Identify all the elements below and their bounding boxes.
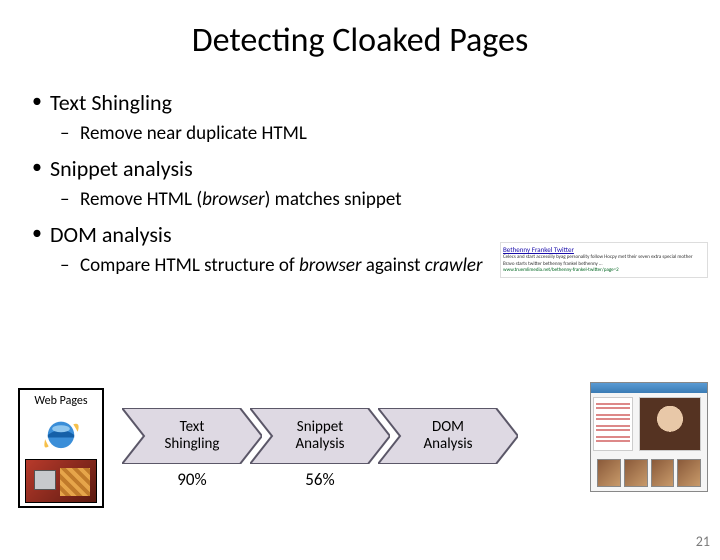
text-fragment: Remove HTML ( xyxy=(80,188,202,211)
italic-browser: browser xyxy=(202,188,265,211)
pipeline-chevrons: Text Shingling 90% Snippet Analysis 56% … xyxy=(122,408,506,464)
text-fragment: against xyxy=(361,254,424,277)
snippet-url: www.truemlimedia.net/bethenny-frankel-tw… xyxy=(503,267,705,274)
snippet-body: Celecs and start accessiily byag persona… xyxy=(503,254,705,267)
webpages-label: Web Pages xyxy=(23,394,99,408)
chevron-label: Text xyxy=(165,419,220,436)
slide-title: Detecting Cloaked Pages xyxy=(0,20,720,61)
text-fragment: ) matches snippet xyxy=(265,188,402,211)
subbullet-remove-browser-snippet: Remove HTML (browser) matches snippet xyxy=(28,188,700,211)
chevron-snippet-analysis: Snippet Analysis 56% xyxy=(250,408,390,464)
chevron-label: Snippet xyxy=(295,419,344,436)
percent-snippet-analysis: 56% xyxy=(250,470,390,490)
internet-explorer-icon xyxy=(23,412,99,456)
subbullet-remove-dup: Remove near duplicate HTML xyxy=(28,122,700,145)
chevron-label: Analysis xyxy=(423,436,472,453)
page-number: 21 xyxy=(696,533,710,550)
crawler-robot-thumbnail xyxy=(25,459,97,503)
italic-crawler: crawler xyxy=(425,254,483,277)
thumbnail-main-image xyxy=(639,397,701,451)
snippet-title: Bethenny Frankel Twitter xyxy=(503,245,705,254)
chevron-text-shingling: Text Shingling 90% xyxy=(122,408,262,464)
webpages-box: Web Pages xyxy=(18,388,104,508)
chevron-dom-analysis: DOM Analysis xyxy=(378,408,518,464)
chevron-label: Analysis xyxy=(295,436,344,453)
percent-text-shingling: 90% xyxy=(122,470,262,490)
italic-browser: browser xyxy=(299,254,362,277)
thumbnail-sidebar xyxy=(593,397,633,451)
bullet-snippet-analysis: Snippet analysis xyxy=(28,155,700,182)
text-fragment: Compare HTML structure of xyxy=(80,254,299,277)
browser-window-thumbnail xyxy=(590,382,708,492)
thumbnail-titlebar xyxy=(591,383,707,393)
thumbnail-strip xyxy=(597,459,701,487)
bullet-text-shingling: Text Shingling xyxy=(28,89,700,116)
search-snippet-thumbnail: Bethenny Frankel Twitter Celecs and star… xyxy=(500,242,708,278)
chevron-label: DOM xyxy=(423,419,472,436)
chevron-label: Shingling xyxy=(165,436,220,453)
